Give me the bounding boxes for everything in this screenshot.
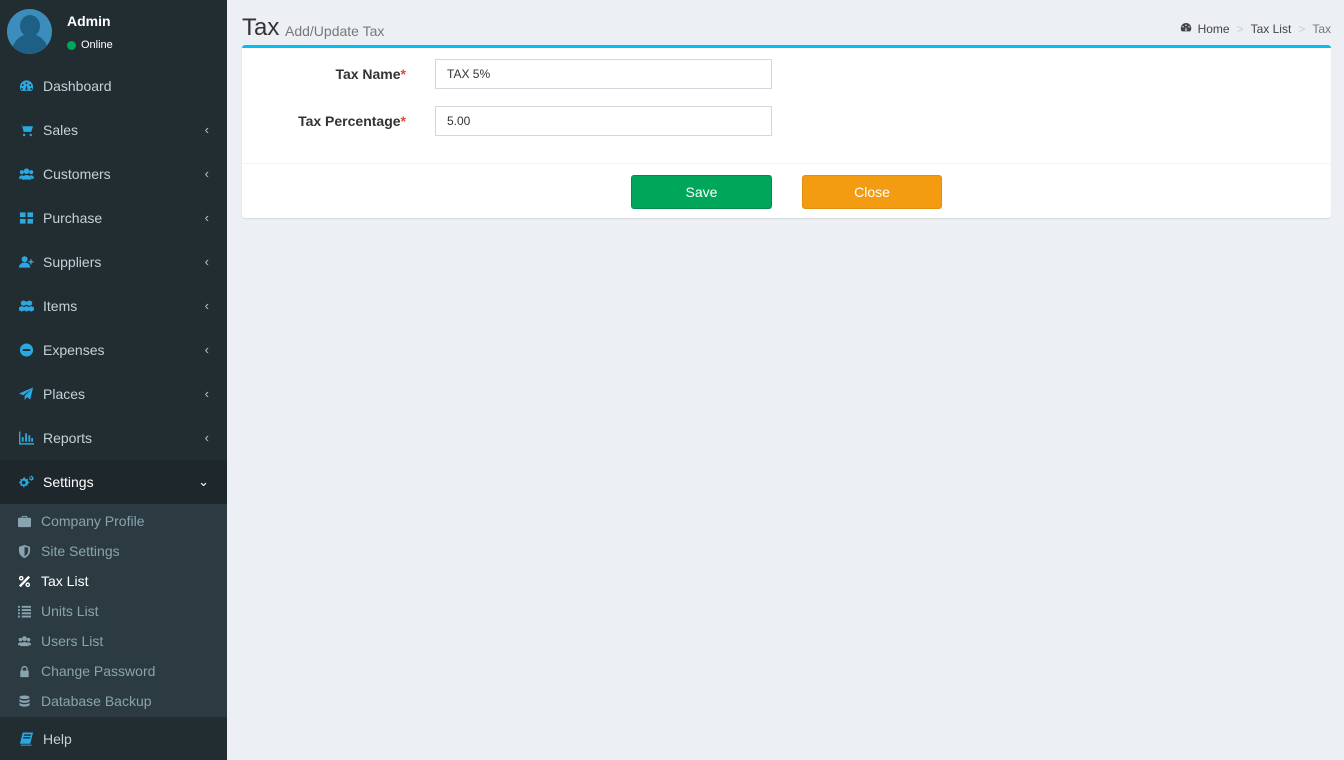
book-icon	[18, 732, 34, 746]
tax-form-box: Tax Name* Tax Percentage* Save Close	[242, 45, 1331, 218]
sidebar-item-label: Items	[43, 298, 78, 314]
breadcrumb-tax-list[interactable]: Tax List	[1251, 22, 1292, 36]
sidebar-item-label: Purchase	[43, 210, 103, 226]
submenu-item-users-list[interactable]: Users List	[0, 626, 227, 656]
user-plus-icon	[18, 255, 34, 269]
main-content: Tax Add/Update Tax Home > Tax List > Tax…	[227, 0, 1344, 760]
sidebar-item-settings[interactable]: Settings ⌄	[0, 460, 227, 504]
cubes-icon	[18, 299, 34, 313]
cart-icon	[18, 123, 34, 137]
users-icon	[17, 634, 31, 648]
submenu-item-label: Users List	[41, 633, 104, 649]
sidebar-item-label: Dashboard	[43, 78, 112, 94]
sidebar-item-sales[interactable]: Sales ‹	[0, 108, 227, 152]
submenu-item-database-backup[interactable]: Database Backup	[0, 686, 227, 716]
breadcrumb: Home > Tax List > Tax	[1180, 22, 1331, 36]
chevron-left-icon: ‹	[204, 386, 209, 401]
minus-circle-icon	[18, 343, 34, 357]
users-icon	[18, 167, 34, 181]
breadcrumb-separator: >	[1236, 22, 1244, 36]
chevron-left-icon: ‹	[204, 342, 209, 357]
tax-percentage-label: Tax Percentage*	[298, 113, 406, 129]
save-button[interactable]: Save	[631, 175, 772, 209]
user-name: Admin	[67, 13, 111, 29]
bar-chart-icon	[18, 431, 34, 445]
user-panel: Admin Online	[0, 0, 227, 64]
submenu-item-label: Site Settings	[41, 543, 120, 559]
submenu-item-label: Company Profile	[41, 513, 145, 529]
settings-submenu: Company Profile Site Settings Tax List U…	[0, 504, 227, 717]
sidebar-item-label: Places	[43, 386, 86, 402]
submenu-item-label: Tax List	[41, 573, 89, 589]
submenu-item-units-list[interactable]: Units List	[0, 596, 227, 626]
sidebar-item-reports[interactable]: Reports ‹	[0, 416, 227, 460]
lock-icon	[17, 664, 31, 678]
close-button[interactable]: Close	[802, 175, 942, 209]
database-icon	[17, 694, 31, 708]
gears-icon	[18, 475, 34, 489]
submenu-item-label: Units List	[41, 603, 99, 619]
dashboard-icon	[1180, 22, 1198, 36]
tax-percentage-row: Tax Percentage*	[242, 106, 1331, 136]
user-status: Online	[67, 39, 113, 51]
page-subtitle: Add/Update Tax	[285, 23, 385, 39]
tax-name-label: Tax Name*	[335, 66, 406, 82]
tax-percentage-input[interactable]	[435, 106, 772, 136]
required-mark: *	[400, 113, 406, 129]
sidebar-item-customers[interactable]: Customers ‹	[0, 152, 227, 196]
sidebar-item-label: Sales	[43, 122, 79, 138]
tax-name-row: Tax Name*	[242, 59, 1331, 89]
sidebar-item-purchase[interactable]: Purchase ‹	[0, 196, 227, 240]
sidebar-item-dashboard[interactable]: Dashboard	[0, 64, 227, 108]
submenu-item-tax-list[interactable]: Tax List	[0, 566, 227, 596]
submenu-item-company-profile[interactable]: Company Profile	[0, 506, 227, 536]
sidebar-item-label: Customers	[43, 166, 111, 182]
chevron-left-icon: ‹	[204, 298, 209, 313]
sidebar-item-items[interactable]: Items ‹	[0, 284, 227, 328]
chevron-left-icon: ‹	[204, 166, 209, 181]
form-footer: Save Close	[242, 163, 1331, 218]
chevron-left-icon: ‹	[204, 210, 209, 225]
submenu-item-label: Database Backup	[41, 693, 152, 709]
online-dot-icon	[67, 40, 76, 50]
list-icon	[17, 604, 31, 618]
percent-icon	[17, 574, 31, 588]
breadcrumb-separator: >	[1298, 22, 1306, 36]
sidebar-item-label: Settings	[43, 474, 94, 490]
sidebar: Admin Online Dashboard Sales ‹ Customers…	[0, 0, 227, 760]
sidebar-item-expenses[interactable]: Expenses ‹	[0, 328, 227, 372]
dashboard-icon	[18, 79, 34, 93]
sidebar-item-places[interactable]: Places ‹	[0, 372, 227, 416]
submenu-item-site-settings[interactable]: Site Settings	[0, 536, 227, 566]
breadcrumb-home[interactable]: Home	[1198, 22, 1230, 36]
sidebar-item-label: Suppliers	[43, 254, 102, 270]
grid-icon	[18, 211, 34, 225]
tax-name-input[interactable]	[435, 59, 772, 89]
breadcrumb-current: Tax	[1312, 22, 1331, 36]
briefcase-icon	[17, 514, 31, 528]
sidebar-item-help[interactable]: Help	[0, 717, 227, 760]
sidebar-item-label: Help	[43, 731, 72, 747]
status-label: Online	[81, 39, 113, 51]
paper-plane-icon	[18, 387, 34, 401]
sidebar-item-label: Reports	[43, 430, 93, 446]
shield-icon	[17, 544, 31, 558]
submenu-item-label: Change Password	[41, 663, 156, 679]
sidebar-item-label: Expenses	[43, 342, 105, 358]
required-mark: *	[400, 66, 406, 82]
chevron-left-icon: ‹	[204, 430, 209, 445]
submenu-item-change-password[interactable]: Change Password	[0, 656, 227, 686]
chevron-down-icon: ⌄	[198, 474, 209, 489]
page-title: Tax	[242, 14, 280, 41]
avatar	[7, 9, 52, 54]
chevron-left-icon: ‹	[204, 254, 209, 269]
sidebar-item-suppliers[interactable]: Suppliers ‹	[0, 240, 227, 284]
sidebar-menu: Dashboard Sales ‹ Customers ‹ Purchase ‹…	[0, 64, 227, 504]
chevron-left-icon: ‹	[204, 122, 209, 137]
